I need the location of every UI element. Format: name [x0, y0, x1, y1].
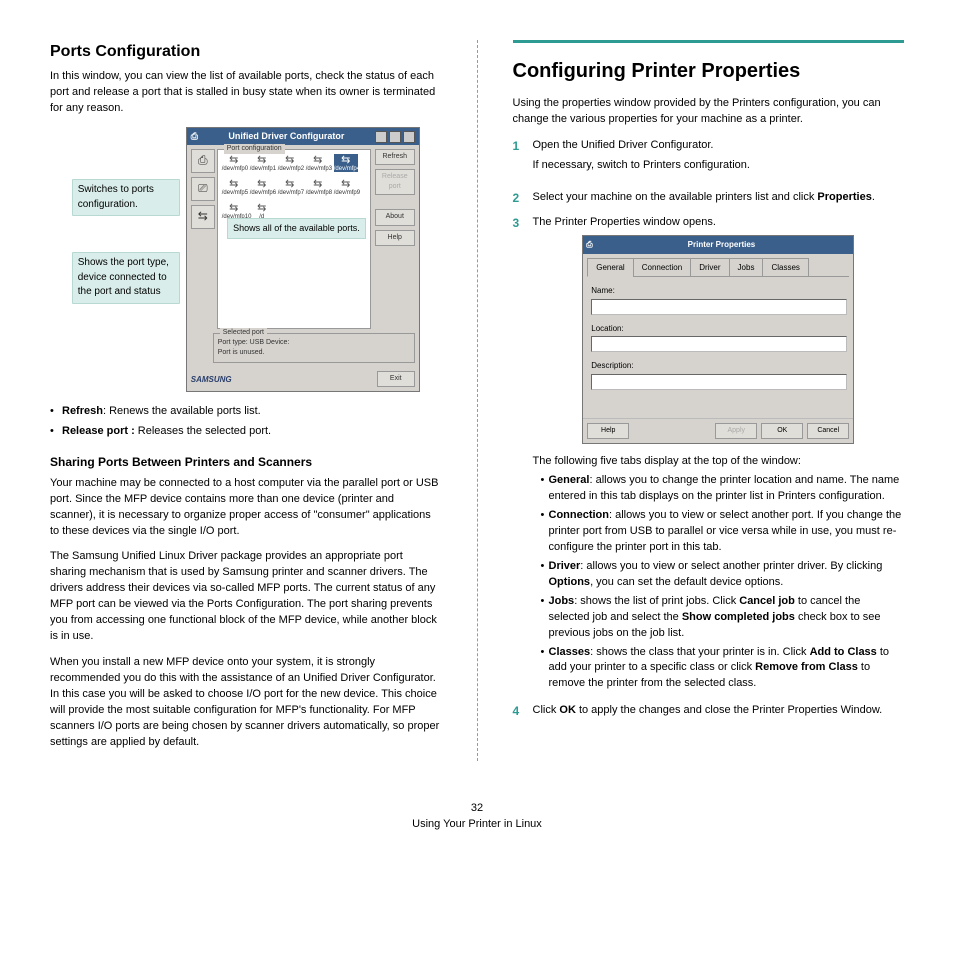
tab-connection[interactable]: Connection: [633, 258, 691, 278]
location-input[interactable]: [591, 336, 847, 352]
port-icon: ⇆: [278, 178, 302, 190]
pp-title-text: Printer Properties: [593, 239, 851, 251]
port-icons: ⇆/dev/mfp0 ⇆/dev/mfp1 ⇆/dev/mfp2 ⇆/dev/m…: [222, 154, 366, 220]
callout-status: Shows the port type, device connected to…: [72, 252, 180, 304]
bullet-refresh: • Refresh: Renews the available ports li…: [50, 404, 442, 420]
release-port-button[interactable]: Release port: [375, 169, 415, 195]
port-icon: ⇆: [334, 154, 358, 166]
tab-driver[interactable]: Driver: [690, 258, 729, 278]
port-item[interactable]: ⇆/dev/mfp5: [222, 178, 246, 196]
port-icon: ⇆: [334, 178, 358, 190]
help-button[interactable]: Help: [375, 230, 415, 246]
port-item[interactable]: ⇆/dev/mfp3: [306, 154, 330, 172]
selected-port-box: Selected port Port type: USB Device: Por…: [213, 333, 415, 363]
port-item[interactable]: ⇆/dev/mfp0: [222, 154, 246, 172]
port-item[interactable]: ⇆/dev/mfp6: [250, 178, 274, 196]
selected-port-state: Port is unused.: [218, 348, 410, 358]
callout-shows-all: Shows all of the available ports.: [227, 218, 366, 239]
side-scanners-icon[interactable]: ⎚: [191, 177, 215, 201]
port-item[interactable]: ⇆/dev/mfp8: [306, 178, 330, 196]
tab-jobs[interactable]: Jobs: [729, 258, 764, 278]
callout-switch: Switches to ports configuration.: [72, 179, 180, 216]
ports-config-heading: Ports Configuration: [50, 40, 442, 63]
port-icon: ⇆: [278, 154, 302, 166]
desc-general: • General: allows you to change the prin…: [541, 473, 905, 505]
port-item[interactable]: ⇆/dev/mfp2: [278, 154, 302, 172]
port-icon: ⇆: [250, 154, 274, 166]
description-label: Description:: [591, 360, 845, 372]
udc-figure: Switches to ports configuration. Shows t…: [50, 127, 442, 392]
sharing-heading: Sharing Ports Between Printers and Scann…: [50, 454, 442, 471]
port-list-box: Port configuration ⇆/dev/mfp0 ⇆/dev/mfp1…: [217, 149, 371, 329]
step-4: 4 Click OK to apply the changes and clos…: [513, 703, 905, 720]
close-icon[interactable]: [403, 131, 415, 143]
port-icon: ⇆: [306, 178, 330, 190]
cancel-button[interactable]: Cancel: [807, 423, 849, 439]
apply-button[interactable]: Apply: [715, 423, 757, 439]
sharing-p3: When you install a new MFP device onto y…: [50, 655, 442, 751]
name-input[interactable]: [591, 299, 847, 315]
tab-general[interactable]: General: [587, 258, 633, 278]
step-3: 3 The Printer Properties window opens. ⎙…: [513, 215, 905, 695]
port-icon: ⇆: [222, 178, 246, 190]
ok-button[interactable]: OK: [761, 423, 803, 439]
ports-config-intro: In this window, you can view the list of…: [50, 69, 442, 117]
location-label: Location:: [591, 323, 845, 335]
chapter-name: Using Your Printer in Linux: [50, 817, 904, 833]
port-icon: ⇆: [222, 202, 246, 214]
bullet-release: • Release port : Releases the selected p…: [50, 424, 442, 440]
port-item[interactable]: ⇆/dev/mfp9: [334, 178, 358, 196]
selected-port-label: Selected port: [220, 328, 267, 338]
port-icon: ⇆: [306, 154, 330, 166]
maximize-icon[interactable]: [389, 131, 401, 143]
minimize-icon[interactable]: [375, 131, 387, 143]
configuring-heading: Configuring Printer Properties: [513, 57, 905, 86]
configuring-intro: Using the properties window provided by …: [513, 96, 905, 128]
port-list-label: Port configuration: [224, 144, 285, 154]
app-icon: ⎙: [191, 130, 198, 143]
samsung-logo: SAMSUNG: [191, 374, 232, 386]
about-button[interactable]: About: [375, 209, 415, 225]
selected-port-type: Port type: USB Device:: [218, 338, 410, 348]
column-divider: [477, 40, 478, 761]
description-input[interactable]: [591, 374, 847, 390]
port-item[interactable]: ⇆/dev/mfp1: [250, 154, 274, 172]
udc-title-text: Unified Driver Configurator: [198, 130, 375, 143]
udc-window: ⎙ Unified Driver Configurator ⎙ ⎚ ⇆: [186, 127, 420, 392]
port-item[interactable]: ⇆/dev/mfp4: [334, 154, 358, 172]
desc-connection: • Connection: allows you to view or sele…: [541, 508, 905, 556]
port-item[interactable]: ⇆/dev/mfp7: [278, 178, 302, 196]
printer-properties-window: ⎙ Printer Properties General Connection …: [582, 235, 854, 444]
port-icon: ⇆: [250, 202, 274, 214]
port-icon: ⇆: [250, 178, 274, 190]
side-printers-icon[interactable]: ⎙: [191, 149, 215, 173]
name-label: Name:: [591, 285, 845, 297]
page-footer: 32 Using Your Printer in Linux: [50, 801, 904, 833]
tab-classes[interactable]: Classes: [762, 258, 808, 278]
tabs-intro: The following five tabs display at the t…: [533, 454, 905, 470]
pp-help-button[interactable]: Help: [587, 423, 629, 439]
step-2: 2 Select your machine on the available p…: [513, 190, 905, 207]
desc-classes: • Classes: shows the class that your pri…: [541, 645, 905, 693]
port-icon: ⇆: [222, 154, 246, 166]
step-1: 1 Open the Unified Driver Configurator. …: [513, 138, 905, 182]
desc-driver: • Driver: allows you to view or select a…: [541, 559, 905, 591]
page-number: 32: [50, 801, 904, 817]
desc-jobs: • Jobs: shows the list of print jobs. Cl…: [541, 594, 905, 642]
sharing-p1: Your machine may be connected to a host …: [50, 476, 442, 540]
refresh-button[interactable]: Refresh: [375, 149, 415, 165]
sharing-p2: The Samsung Unified Linux Driver package…: [50, 549, 442, 645]
side-ports-icon[interactable]: ⇆: [191, 205, 215, 229]
section-rule: [513, 40, 905, 43]
exit-button[interactable]: Exit: [377, 371, 415, 387]
